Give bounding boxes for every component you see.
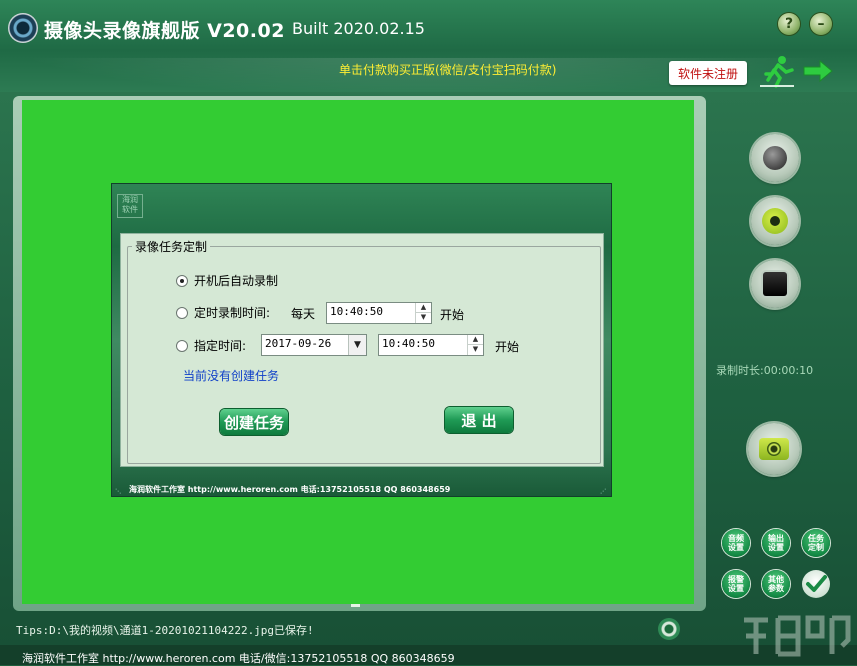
- confirm-check-button[interactable]: [802, 570, 830, 598]
- option-specified-time-label[interactable]: 指定时间:: [194, 337, 246, 354]
- audio-settings-label: 音频 设置: [728, 534, 744, 552]
- snapshot-button[interactable]: [748, 423, 800, 475]
- radio-timer-record[interactable]: [176, 307, 188, 319]
- radio-specified-time[interactable]: [176, 340, 188, 352]
- other-params-label: 其他 参数: [768, 575, 784, 593]
- start-label-2: 开始: [495, 340, 520, 354]
- minimize-button[interactable]: –: [810, 13, 832, 35]
- specified-time-value: 10:40:50: [382, 337, 435, 350]
- timer-time-value: 10:40:50: [330, 305, 383, 318]
- task-status-text: 当前没有创建任务: [183, 369, 280, 383]
- record-dot-icon: [763, 146, 787, 170]
- task-custom-label: 任务 定制: [808, 534, 824, 552]
- app-title: 摄像头录像旗舰版 V20.02: [44, 20, 285, 42]
- audio-settings-button[interactable]: 音频 设置: [722, 529, 750, 557]
- dialog-grip-right[interactable]: ⋰: [600, 488, 608, 495]
- date-dropdown-chevron-icon[interactable]: ▼: [348, 335, 366, 355]
- dialog-grip-left: ⋱: [115, 488, 121, 495]
- output-settings-button[interactable]: 输出 设置: [762, 529, 790, 557]
- help-button[interactable]: ?: [778, 13, 800, 35]
- timer-time-stepper[interactable]: ▲ ▼: [415, 303, 431, 323]
- camera-lens-icon: [767, 442, 781, 456]
- specified-time-stepper[interactable]: ▲ ▼: [467, 335, 483, 355]
- record-duration: 录制时长:00:00:10: [716, 364, 814, 377]
- start-label-1: 开始: [440, 308, 465, 322]
- watermark-logo: [744, 615, 851, 657]
- date-picker[interactable]: 2017-09-26 ▼: [261, 334, 367, 356]
- every-day-label: 每天: [291, 307, 316, 321]
- option-auto-record-label[interactable]: 开机后自动录制: [194, 272, 278, 289]
- camera-lens-logo-icon: [8, 13, 38, 43]
- alarm-settings-button[interactable]: 报警 设置: [722, 570, 750, 598]
- exit-runner-icon[interactable]: [760, 54, 794, 88]
- dialog-logo-text: 海润 软件: [122, 195, 138, 214]
- exit-dialog-button[interactable]: 退 出: [445, 407, 513, 433]
- dialog-logo: 海润 软件: [117, 194, 143, 218]
- preview-resize-handle[interactable]: [351, 604, 360, 607]
- option-timer-record-label[interactable]: 定时录制时间:: [194, 304, 270, 321]
- tips-text: Tips:D:\我的视频\通道1-20201021104222.jpg已保存!: [16, 624, 314, 637]
- unregistered-badge[interactable]: 软件未注册: [669, 61, 747, 85]
- pause-ring-icon: [762, 208, 788, 234]
- specified-time-input[interactable]: 10:40:50 ▲ ▼: [378, 334, 484, 356]
- create-task-button[interactable]: 创建任务: [220, 409, 288, 435]
- purchase-link[interactable]: 单击付款购买正版(微信/支付宝扫码付款): [339, 61, 556, 78]
- stop-button[interactable]: [751, 260, 799, 308]
- app-window: 摄像头录像旗舰版 V20.02 Built 2020.02.15 ? – 单击付…: [0, 0, 857, 665]
- footer-text: 海润软件工作室 http://www.heroren.com 电话/微信:137…: [22, 652, 455, 665]
- task-custom-button[interactable]: 任务 定制: [802, 529, 830, 557]
- alarm-settings-label: 报警 设置: [728, 575, 744, 593]
- timer-time-input[interactable]: 10:40:50 ▲ ▼: [326, 302, 432, 324]
- other-params-button[interactable]: 其他 参数: [762, 570, 790, 598]
- radio-auto-record[interactable]: [176, 275, 188, 287]
- check-icon: [806, 575, 827, 592]
- group-title: 录像任务定制: [132, 238, 211, 255]
- output-settings-label: 输出 设置: [768, 534, 784, 552]
- arrow-right-icon[interactable]: [802, 58, 834, 84]
- pause-button[interactable]: [751, 197, 799, 245]
- record-button[interactable]: [751, 134, 799, 182]
- gear-icon[interactable]: [658, 618, 680, 640]
- dialog-footer: 海润软件工作室 http://www.heroren.com 电话:137521…: [129, 485, 451, 494]
- build-info: Built 2020.02.15: [292, 19, 425, 38]
- stop-square-icon: [763, 272, 787, 296]
- date-value: 2017-09-26: [265, 337, 332, 350]
